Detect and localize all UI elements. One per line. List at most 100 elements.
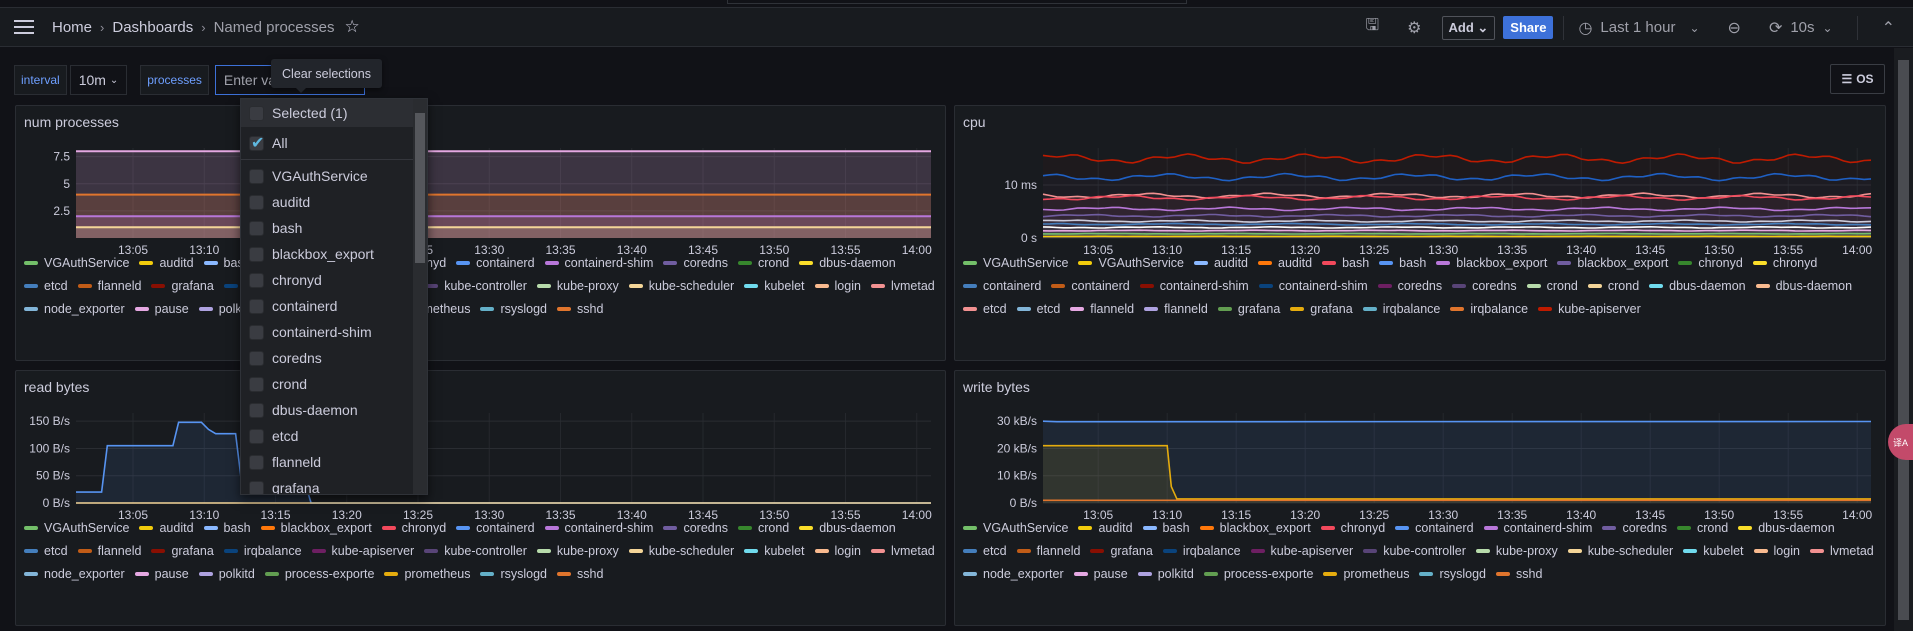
legend-item[interactable]: dbus-daemon xyxy=(799,254,896,272)
checkbox-checked[interactable] xyxy=(249,133,264,153)
legend-item[interactable]: auditd xyxy=(139,519,194,537)
legend-item[interactable]: chronyd xyxy=(381,519,446,537)
legend-item[interactable]: VGAuthService xyxy=(963,519,1068,537)
checkbox[interactable] xyxy=(249,480,264,494)
legend-item[interactable]: VGAuthService xyxy=(24,254,129,272)
legend-item[interactable]: process-exporte xyxy=(264,565,374,583)
legend-item[interactable]: etcd xyxy=(1016,300,1060,318)
legend-item[interactable]: kube-proxy xyxy=(1475,542,1558,560)
dropdown-option[interactable]: containerd-shim xyxy=(241,319,427,345)
legend-item[interactable]: kubelet xyxy=(744,277,805,295)
legend-item[interactable]: lvmetad xyxy=(870,277,935,295)
legend-item[interactable]: containerd xyxy=(456,254,535,272)
legend-item[interactable]: blackbox_export xyxy=(1199,519,1311,537)
dropdown-selected-toggle[interactable]: Selected (1) xyxy=(241,99,427,127)
legend-item[interactable]: kube-controller xyxy=(1363,542,1466,560)
chevron-down-icon[interactable]: ⌄ xyxy=(1823,21,1833,35)
legend-item[interactable]: containerd xyxy=(963,277,1041,295)
legend-item[interactable]: bash xyxy=(1322,254,1369,272)
legend-item[interactable]: containerd-shim xyxy=(544,254,653,272)
legend-item[interactable]: blackbox_export xyxy=(1557,254,1668,272)
legend-item[interactable]: pause xyxy=(134,300,189,318)
legend-item[interactable]: crond xyxy=(737,254,789,272)
translate-badge[interactable]: 译A xyxy=(1888,424,1913,460)
interval-select[interactable]: 10m ⌄ xyxy=(69,65,128,95)
checkbox[interactable] xyxy=(249,324,264,340)
legend-item[interactable]: lvmetad xyxy=(870,542,935,560)
page-scrollbar[interactable] xyxy=(1894,48,1913,631)
legend-item[interactable]: rsyslogd xyxy=(480,300,547,318)
legend-item[interactable]: etcd xyxy=(24,542,68,560)
legend-item[interactable]: crond xyxy=(1587,277,1639,295)
legend-item[interactable]: auditd xyxy=(1078,519,1133,537)
dropdown-option[interactable]: etcd xyxy=(241,423,427,449)
os-dashboard-link[interactable]: ☰ OS xyxy=(1830,64,1885,94)
star-icon[interactable]: ☆ xyxy=(344,17,359,37)
legend-item[interactable]: containerd-shim xyxy=(1483,519,1592,537)
legend-item[interactable]: node_exporter xyxy=(963,565,1064,583)
checkbox[interactable] xyxy=(249,454,264,470)
checkbox[interactable] xyxy=(249,246,264,262)
legend-item[interactable]: crond xyxy=(1676,519,1728,537)
legend-item[interactable]: etcd xyxy=(963,542,1007,560)
dropdown-option[interactable]: coredns xyxy=(241,345,427,371)
legend-item[interactable]: chronyd xyxy=(1320,519,1385,537)
legend-item[interactable]: kube-controller xyxy=(424,542,527,560)
legend-item[interactable]: VGAuthService xyxy=(24,519,129,537)
legend-item[interactable]: kube-proxy xyxy=(536,277,619,295)
legend-item[interactable]: containerd xyxy=(1395,519,1474,537)
legend-item[interactable]: flanneld xyxy=(1070,300,1134,318)
legend-item[interactable]: dbus-daemon xyxy=(1649,277,1746,295)
legend-item[interactable]: login xyxy=(814,542,861,560)
legend-item[interactable]: crond xyxy=(737,519,789,537)
dropdown-option[interactable]: auditd xyxy=(241,189,427,215)
share-button[interactable]: Share xyxy=(1503,16,1554,39)
legend-item[interactable]: kube-controller xyxy=(424,277,527,295)
legend-item[interactable]: grafana xyxy=(151,277,214,295)
legend-item[interactable]: kube-scheduler xyxy=(1567,542,1673,560)
legend-item[interactable]: grafana xyxy=(151,542,214,560)
scrollbar-thumb[interactable] xyxy=(1898,60,1909,620)
dropdown-option[interactable]: VGAuthService xyxy=(241,163,427,189)
dropdown-option[interactable]: chronyd xyxy=(241,267,427,293)
legend-item[interactable]: rsyslogd xyxy=(1419,565,1486,583)
legend-item[interactable]: node_exporter xyxy=(24,565,125,583)
legend-item[interactable]: pause xyxy=(1073,565,1128,583)
refresh-icon[interactable]: ⟳ xyxy=(1769,18,1782,38)
refresh-interval[interactable]: 10s xyxy=(1790,19,1814,36)
legend-item[interactable]: polkitd xyxy=(198,565,255,583)
save-icon[interactable]: 🖫 xyxy=(1366,14,1380,41)
time-range-picker[interactable]: Last 1 hour xyxy=(1600,19,1675,36)
legend-item[interactable]: kube-proxy xyxy=(536,542,619,560)
legend-item[interactable]: etcd xyxy=(24,277,68,295)
legend-item[interactable]: kube-apiserver xyxy=(311,542,414,560)
zoom-out-icon[interactable]: ⊖ xyxy=(1728,18,1741,38)
legend-item[interactable]: prometheus xyxy=(1323,565,1409,583)
legend-item[interactable]: flanneld xyxy=(77,277,141,295)
checkbox[interactable] xyxy=(249,194,264,210)
legend-item[interactable]: flanneld xyxy=(1016,542,1080,560)
legend-item[interactable]: containerd-shim xyxy=(544,519,653,537)
legend-item[interactable]: kubelet xyxy=(744,542,805,560)
dropdown-option[interactable]: containerd xyxy=(241,293,427,319)
legend-item[interactable]: dbus-daemon xyxy=(799,519,896,537)
legend-item[interactable]: sshd xyxy=(557,565,603,583)
legend-item[interactable]: prometheus xyxy=(384,565,470,583)
add-button[interactable]: Add ⌄ xyxy=(1441,15,1496,40)
legend-item[interactable]: kube-apiserver xyxy=(1250,542,1353,560)
legend-item[interactable]: blackbox_export xyxy=(260,519,372,537)
checkbox[interactable] xyxy=(249,298,264,314)
menu-icon[interactable] xyxy=(14,20,34,34)
legend-item[interactable]: etcd xyxy=(963,300,1007,318)
legend-item[interactable]: sshd xyxy=(557,300,603,318)
legend-item[interactable]: chronyd xyxy=(1678,254,1743,272)
legend-item[interactable]: bash xyxy=(1379,254,1426,272)
breadcrumb-dashboards[interactable]: Dashboards xyxy=(112,19,193,36)
dropdown-option[interactable]: grafana xyxy=(241,475,427,494)
legend-item[interactable]: coredns xyxy=(663,519,728,537)
legend-item[interactable]: auditd xyxy=(1258,254,1312,272)
dropdown-option-all[interactable]: All xyxy=(241,130,427,156)
legend-item[interactable]: kube-scheduler xyxy=(628,277,734,295)
legend-item[interactable]: crond xyxy=(1526,277,1578,295)
legend-item[interactable]: grafana xyxy=(1090,542,1153,560)
